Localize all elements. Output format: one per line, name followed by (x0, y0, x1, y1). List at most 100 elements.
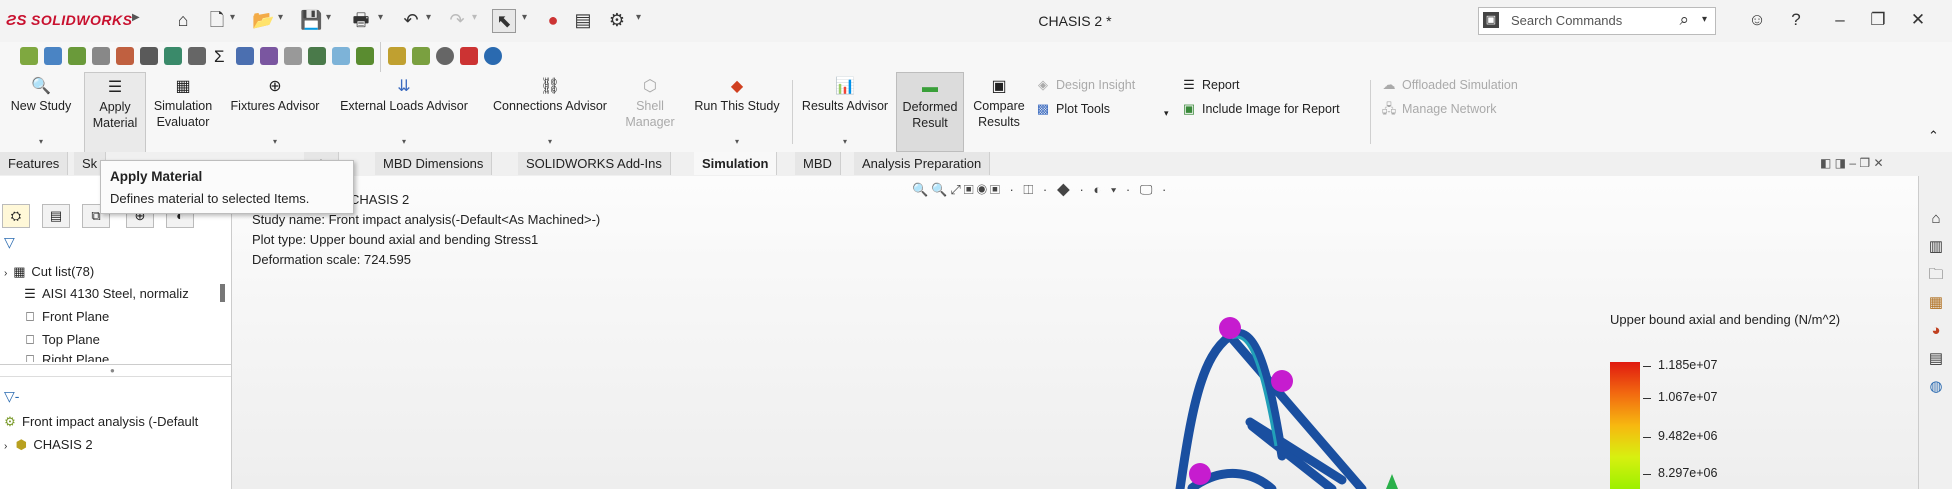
chevron-down-icon[interactable]: ▾ (482, 137, 618, 146)
file-properties-icon[interactable]: ▤ (572, 9, 594, 31)
search-input[interactable]: Search Commands (1511, 13, 1622, 28)
redo-icon[interactable]: ↷ (446, 9, 468, 31)
chevron-down-icon[interactable]: ▾ (636, 12, 641, 23)
close-icon[interactable]: ✕ (1906, 8, 1930, 32)
print-icon[interactable]: 🖶 (350, 9, 372, 31)
design-study-icon[interactable] (388, 47, 406, 65)
splitter[interactable] (0, 364, 231, 365)
tree-item-material[interactable]: ☰ AISI 4130 Steel, normaliz (22, 282, 189, 305)
manage-network-button[interactable]: 🖧 Manage Network (1380, 98, 1497, 120)
filter-icon[interactable]: ▽- (4, 388, 19, 405)
chassis-model[interactable] (1132, 286, 1692, 489)
filter-icon[interactable]: ▽ (4, 234, 15, 251)
solidworks-logo[interactable]: ƧS SOLIDWORKS (6, 12, 132, 29)
undo-icon[interactable]: ↶ (400, 9, 422, 31)
tree-item-front-plane[interactable]: ⎕ Front Plane (22, 305, 109, 328)
probe-icon[interactable] (236, 47, 254, 65)
animate-icon[interactable] (332, 47, 350, 65)
shell-icon[interactable] (140, 47, 158, 65)
connections-icon[interactable] (92, 47, 110, 65)
search-scope-icon[interactable]: ▣ (1483, 12, 1499, 28)
external-loads-advisor-button[interactable]: ⇊ External Loads Advisor ▾ (332, 72, 476, 152)
solidworks-resources-icon[interactable]: ⌂ (1925, 208, 1947, 230)
chevron-down-icon[interactable]: ▾ (326, 12, 331, 23)
done-icon[interactable] (436, 47, 454, 65)
select-icon[interactable]: ⬉ (492, 9, 516, 33)
new-study-button[interactable]: 🔍 New Study ▾ (4, 72, 78, 152)
chevron-down-icon[interactable]: ▾ (278, 12, 283, 23)
simulation-evaluator-button[interactable]: ▦ Simulation Evaluator (148, 72, 218, 152)
chevron-down-icon[interactable]: ▾ (426, 12, 431, 23)
options-gear-icon[interactable]: ⚙ (606, 9, 628, 31)
feature-manager-tab[interactable]: ⛭ (2, 204, 30, 228)
restore-icon[interactable]: ❐ (1866, 8, 1890, 32)
material-icon[interactable] (44, 47, 62, 65)
fixtures-advisor-button[interactable]: ⊕ Fixtures Advisor ▾ (224, 72, 326, 152)
tree-item-study[interactable]: ⚙ Front impact analysis (-Default (2, 410, 198, 433)
connections-advisor-button[interactable]: ⛓ Connections Advisor ▾ (482, 72, 618, 152)
loads-icon[interactable] (116, 47, 134, 65)
graphics-area[interactable]: 🔍🔍⤢▣◉▣ · ◫ · ◆ · ◐ ▾ · 🖵 · CHASIS 2 Stud… (232, 176, 1918, 489)
stop-icon[interactable] (460, 47, 478, 65)
section-icon[interactable] (260, 47, 278, 65)
run-this-study-button[interactable]: ◆ Run This Study ▾ (686, 72, 788, 152)
user-account-icon[interactable]: ☺ (1745, 8, 1769, 32)
report-button[interactable]: ☰ Report (1180, 74, 1239, 96)
check-icon[interactable] (188, 47, 206, 65)
chevron-down-icon[interactable]: ▾ (230, 12, 235, 23)
design-library-icon[interactable]: ▥ (1925, 236, 1947, 258)
file-explorer-icon[interactable]: 🗀 (1925, 264, 1947, 286)
plot-tools-button[interactable]: ▩ Plot Tools (1034, 98, 1110, 120)
chevron-down-icon[interactable]: ▾ (332, 137, 476, 146)
chevron-down-icon[interactable]: ▾ (522, 12, 527, 23)
search-icon[interactable]: ⌕ (1679, 10, 1689, 30)
property-manager-tab[interactable]: ▤ (42, 204, 70, 228)
heads-up-view-toolbar[interactable]: 🔍🔍⤢▣◉▣ · ◫ · ◆ · ◐ ▾ · 🖵 · (912, 182, 1169, 198)
design-insight-button[interactable]: ◈ Design Insight (1034, 74, 1135, 96)
solidworks-forum-icon[interactable]: ◍ (1925, 376, 1947, 398)
compare-results-button[interactable]: ▣ Compare Results (968, 72, 1030, 152)
tab-solidworks-add-ins[interactable]: SOLIDWORKS Add-Ins (518, 152, 671, 175)
custom-properties-icon[interactable]: ▤ (1925, 348, 1947, 370)
apply-material-button[interactable]: ☰ Apply Material (84, 72, 146, 154)
tab-simulation[interactable]: Simulation (694, 152, 778, 175)
chevron-down-icon[interactable]: ▾ (1164, 108, 1169, 119)
chevron-down-icon[interactable]: ▾ (796, 137, 894, 146)
iso-icon[interactable] (284, 47, 302, 65)
view-palette-icon[interactable]: ▦ (1925, 292, 1947, 314)
tab-features[interactable]: Features (0, 152, 69, 175)
results-advisor-button[interactable]: 📊 Results Advisor ▾ (796, 72, 894, 152)
collapse-ribbon-icon[interactable]: ⌃ (1928, 128, 1939, 144)
study-icon[interactable] (20, 47, 38, 65)
chevron-down-icon[interactable]: ▾ (686, 137, 788, 146)
settings-icon[interactable] (484, 47, 502, 65)
minimize-icon[interactable]: – (1828, 8, 1852, 32)
home-icon[interactable]: ⌂ (172, 9, 194, 31)
tab-analysis-preparation[interactable]: Analysis Preparation (854, 152, 991, 175)
open-icon[interactable]: 📂 (252, 9, 274, 31)
rebuild-icon[interactable]: ● (542, 9, 564, 31)
chevron-down-icon[interactable]: ▾ (378, 12, 383, 23)
tab-mbd[interactable]: MBD (795, 152, 841, 175)
viewport-controls[interactable]: ◧ ◨ – ❐ ✕ (1820, 156, 1884, 170)
menu-expand-icon[interactable]: ▶ (132, 12, 140, 23)
scrollbar-thumb[interactable] (220, 284, 225, 302)
offloaded-simulation-button[interactable]: ☁ Offloaded Simulation (1380, 74, 1518, 96)
include-image-for-report-button[interactable]: ▣ Include Image for Report (1180, 98, 1340, 120)
deformed-result-button[interactable]: ▬ Deformed Result (896, 72, 964, 152)
appearances-icon[interactable]: ◕ (1925, 320, 1947, 342)
splitter-handle-icon[interactable]: ● (110, 366, 115, 375)
tree-item-right-plane[interactable]: ⎕ Right Plane (22, 350, 109, 362)
search-commands[interactable]: ▣ Search Commands ⌕ ▾ (1478, 7, 1716, 35)
sum-icon[interactable]: Σ (214, 47, 225, 67)
chevron-down-icon[interactable]: ▾ (1702, 14, 1707, 25)
chevron-down-icon[interactable]: ▾ (472, 12, 477, 23)
report-icon[interactable] (356, 47, 374, 65)
fixture-icon[interactable] (68, 47, 86, 65)
new-document-icon[interactable]: 🗋 (206, 9, 228, 31)
shell-manager-button[interactable]: ⬡ Shell Manager (620, 72, 680, 152)
chevron-down-icon[interactable]: ▾ (224, 137, 326, 146)
help-icon[interactable]: ? (1784, 8, 1808, 32)
tab-mbd-dimensions[interactable]: MBD Dimensions (375, 152, 493, 175)
save-icon[interactable]: 💾 (300, 9, 322, 31)
